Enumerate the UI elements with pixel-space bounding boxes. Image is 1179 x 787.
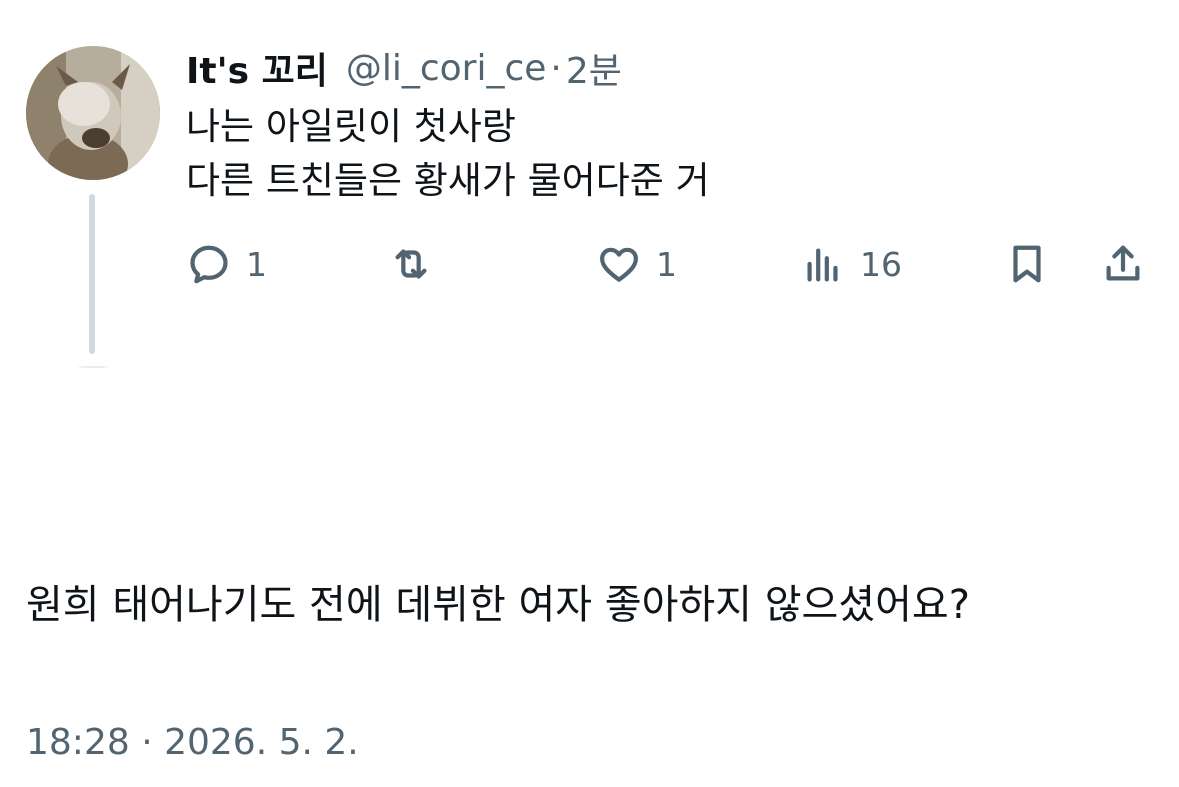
like-count: 1 xyxy=(656,244,677,284)
tweet-line: 다른 트친들은 황새가 물어다준 거 xyxy=(186,159,710,202)
post-timestamp[interactable]: 18:28 · 2026. 5. 2. xyxy=(26,718,359,768)
share-icon xyxy=(1106,245,1140,281)
retweet-icon xyxy=(395,249,427,279)
display-name[interactable]: It's 꼬리 xyxy=(186,42,328,94)
retweet-button[interactable] xyxy=(388,240,448,288)
tweet-header: It's 꼬리 @li_cori_ce · 2분 xyxy=(186,40,622,96)
tweet-body: 나는 아일릿이 첫사랑 다른 트친들은 황새가 물어다준 거 xyxy=(186,100,710,208)
heart-icon xyxy=(600,247,638,282)
tweet-time[interactable]: 2분 xyxy=(566,42,622,94)
thread-line xyxy=(89,194,95,354)
like-button[interactable]: 1 xyxy=(596,240,677,288)
bookmark-button[interactable] xyxy=(1004,240,1050,288)
tweet-line: 나는 아일릿이 첫사랑 xyxy=(186,105,516,148)
bookmark-icon xyxy=(1013,245,1041,283)
separator-dot: · xyxy=(550,47,562,89)
views-icon xyxy=(807,248,838,282)
thread-divider xyxy=(78,366,108,368)
views-count: 16 xyxy=(860,244,902,284)
reply-count: 1 xyxy=(246,244,267,284)
reply-button[interactable]: 1 xyxy=(186,240,267,288)
share-button[interactable] xyxy=(1100,240,1146,288)
reply-icon xyxy=(190,245,228,284)
avatar[interactable] xyxy=(26,46,160,180)
user-handle[interactable]: @li_cori_ce xyxy=(346,48,547,89)
views-button[interactable]: 16 xyxy=(800,240,902,288)
avatar-image xyxy=(26,46,160,180)
reply-body: 원희 태어나기도 전에 데뷔한 여자 좋아하지 않으셨어요? xyxy=(26,582,970,628)
